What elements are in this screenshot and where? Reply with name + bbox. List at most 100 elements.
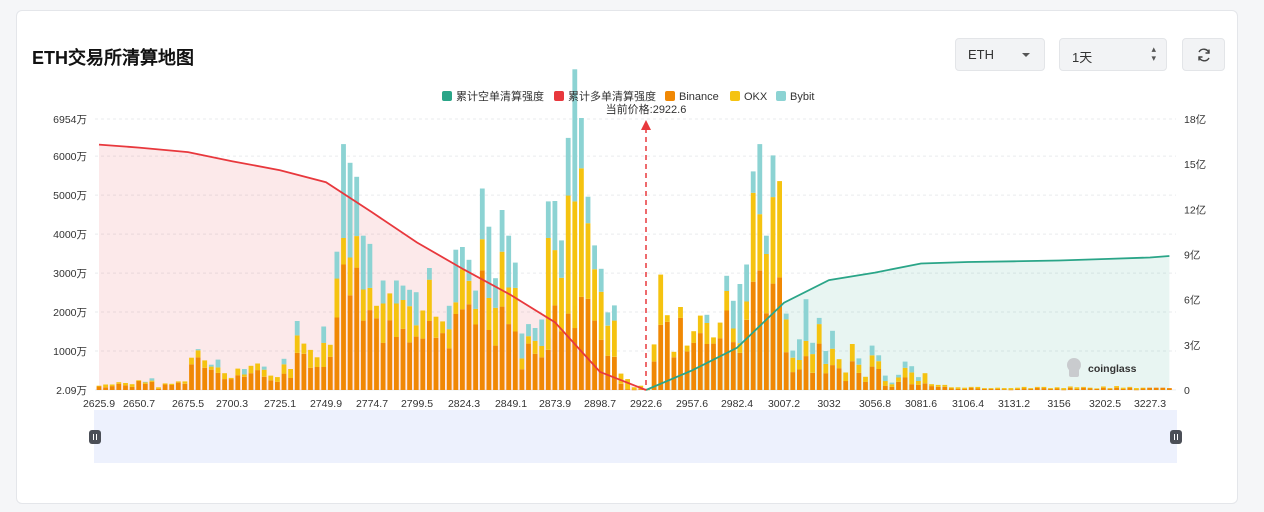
zoom-slider <box>89 410 1182 463</box>
legend-label: OKX <box>744 91 768 103</box>
bar-segment <box>1087 387 1093 389</box>
bar-segment <box>618 383 624 390</box>
zoom-slider-track[interactable] <box>94 410 1177 463</box>
bar-segment <box>532 353 538 390</box>
x-tick: 2957.6 <box>676 398 708 410</box>
bar-segment <box>407 342 412 390</box>
legend-label: 累计多单清算强度 <box>568 89 656 103</box>
bar-segment <box>816 317 822 325</box>
bar-segment <box>836 359 842 369</box>
bar-segment <box>433 316 439 338</box>
bar-segment <box>195 349 201 351</box>
bar-segment <box>704 323 710 344</box>
bar-segment <box>783 313 789 320</box>
bar-segment <box>512 262 518 288</box>
x-tick: 2650.7 <box>123 398 155 410</box>
bar-segment <box>605 312 611 326</box>
bar-segment <box>195 357 201 390</box>
bar-segment <box>849 344 855 362</box>
cumulative-area <box>99 144 646 390</box>
bar-segment <box>136 380 142 382</box>
bar-segment <box>625 389 630 390</box>
bar-segment <box>268 375 274 381</box>
x-tick: 3056.8 <box>859 398 891 410</box>
bar-segment <box>1028 388 1034 390</box>
bar-segment <box>810 354 815 373</box>
bar-segment <box>902 377 908 390</box>
bar-segment <box>526 336 531 344</box>
bar-segment <box>697 333 703 390</box>
bar-segment <box>750 281 756 390</box>
bar-segment <box>730 300 736 329</box>
bar-segment <box>162 384 168 390</box>
legend-label: Bybit <box>790 91 814 103</box>
bar-segment <box>777 277 782 390</box>
bar-segment <box>341 144 346 238</box>
bar-segment <box>347 257 353 296</box>
bar-segment <box>473 290 478 309</box>
bar-segment <box>631 389 637 391</box>
bar-segment <box>968 387 974 390</box>
bar-segment <box>1074 388 1080 390</box>
bar-segment <box>169 383 175 385</box>
bar-segment <box>1001 389 1007 390</box>
x-tick: 2749.9 <box>310 398 342 410</box>
bar-segment <box>942 386 948 390</box>
bar-segment <box>902 361 908 368</box>
bar-segment <box>1134 388 1139 390</box>
y-right-tick: 3亿 <box>1184 339 1200 352</box>
bar-segment <box>539 346 545 358</box>
bar-segment <box>420 310 426 339</box>
bar-segment <box>843 372 849 382</box>
bar-segment <box>1101 386 1106 388</box>
bar-segment <box>856 372 862 390</box>
bar-segment <box>631 387 637 390</box>
bar-segment <box>876 369 882 390</box>
bar-segment <box>294 321 300 336</box>
x-tick: 2922.6 <box>630 398 662 410</box>
x-tick: 2675.5 <box>172 398 204 410</box>
bar-segment <box>1107 388 1113 390</box>
bar-segment <box>843 381 849 390</box>
slider-handle-left[interactable] <box>89 430 101 444</box>
bar-segment <box>400 285 406 300</box>
bar-segment <box>255 363 260 371</box>
bar-segment <box>1081 387 1086 390</box>
bar-segment <box>248 373 254 390</box>
bar-segment <box>717 322 723 339</box>
bar-segment <box>440 333 445 390</box>
bar-segment <box>1087 388 1093 390</box>
bar-segment <box>149 378 155 381</box>
bar-segment <box>354 267 360 390</box>
bar-segment <box>585 223 591 299</box>
bar-segment <box>453 314 459 390</box>
bar-segment <box>427 268 432 280</box>
bar-segment <box>922 383 928 390</box>
bar-segment <box>301 343 307 354</box>
bar-segment <box>129 386 135 390</box>
bar-segment <box>552 201 558 251</box>
bar-segment <box>532 328 538 341</box>
y-left-tick: 4000万 <box>53 229 87 241</box>
bar-segment <box>592 320 597 390</box>
bar-segment <box>783 352 789 390</box>
bar-segment <box>612 356 617 390</box>
slider-handle-right[interactable] <box>1170 430 1182 444</box>
bar-segment <box>149 380 155 382</box>
bar-segment <box>499 306 505 390</box>
bar-segment <box>790 372 796 390</box>
bar-segment <box>565 313 571 390</box>
bar-segment <box>493 345 498 390</box>
coinglass-logo-icon <box>1069 368 1079 377</box>
bar-segment <box>103 387 108 390</box>
bar-segment <box>367 310 373 390</box>
bar-segment <box>916 384 921 390</box>
bar-segment <box>288 369 293 378</box>
bar-segment <box>341 238 346 265</box>
x-tick: 2873.9 <box>539 398 571 410</box>
bar-segment <box>242 376 247 390</box>
bar-segment <box>208 364 214 367</box>
x-axis: 2625.9 2650.7 2675.5 2700.3 2725.1 2749.9 2774… <box>83 398 1166 410</box>
bar-segment <box>949 387 954 389</box>
bar-segment <box>1127 387 1133 390</box>
